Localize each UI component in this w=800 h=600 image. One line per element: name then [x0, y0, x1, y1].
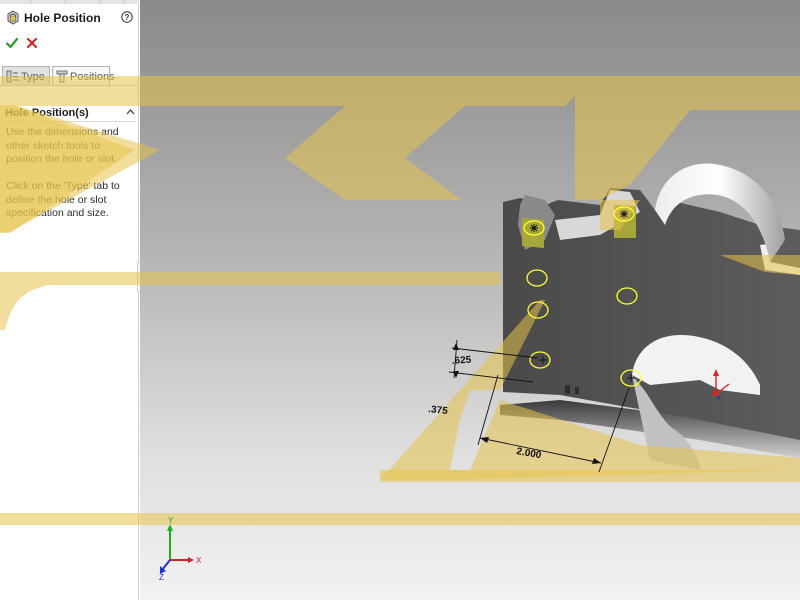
section-title: Hole Position(s)	[5, 107, 89, 119]
graphics-viewport[interactable]	[140, 0, 800, 600]
panel-title: Hole Position	[24, 11, 101, 25]
svg-text:?: ?	[125, 13, 130, 22]
section-message-type-tab: Click on the 'Type' tab to define the ho…	[6, 180, 120, 219]
tab-positions[interactable]: Positions	[52, 66, 115, 86]
type-tab-icon	[6, 70, 18, 83]
section-divider	[3, 121, 136, 122]
ok-check-button[interactable]	[5, 36, 19, 50]
chevron-up-icon[interactable]	[126, 108, 135, 115]
panel-top-tab-strip	[0, 0, 139, 4]
tab-type-label: Type	[21, 71, 45, 83]
tab-type[interactable]: Type	[2, 66, 50, 86]
property-manager-panel: Hole Position ? Type Positions Hole Posi…	[0, 0, 139, 600]
cancel-x-button[interactable]	[26, 37, 38, 49]
positions-tab-icon	[56, 70, 68, 83]
help-icon[interactable]: ?	[121, 11, 133, 23]
tab-positions-label: Positions	[70, 71, 115, 83]
tabs-divider	[0, 85, 139, 86]
hole-wizard-icon	[7, 10, 19, 25]
section-message-positioning: Use the dimensions and other sketch tool…	[6, 126, 119, 165]
